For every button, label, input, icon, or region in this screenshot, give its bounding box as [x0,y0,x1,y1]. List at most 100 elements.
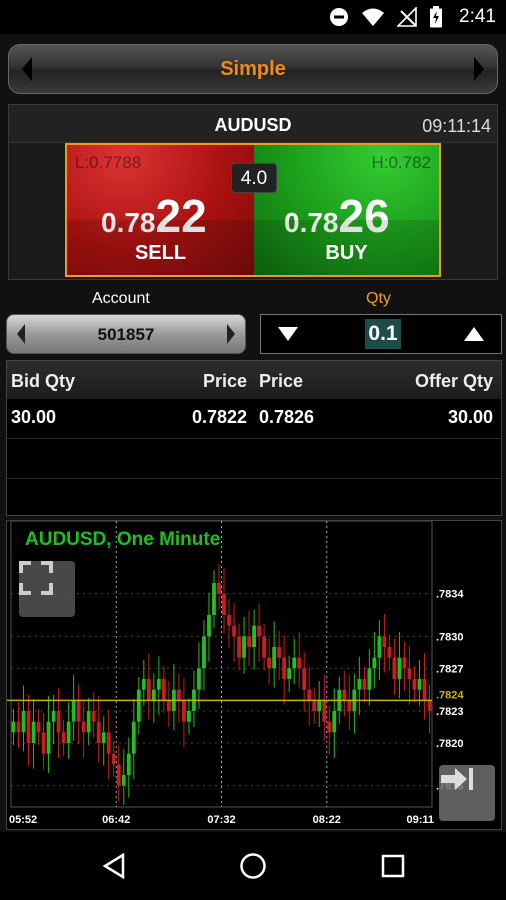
header-bid-qty: Bid Qty [11,371,76,391]
candle-body [267,657,272,669]
scroll-to-latest-button[interactable] [439,765,495,821]
candle-body [347,700,352,711]
candle-body [412,679,417,690]
candle-body [377,636,382,658]
candle-body [222,593,226,615]
candle-body [121,775,126,786]
market-depth-table: Bid Qty Price Price Offer Qty 30.00 0.78… [6,360,502,516]
candle-body [317,700,322,711]
table-header: Bid Qty Price Price Offer Qty [7,361,501,399]
x-tick-label: 06:42 [102,814,130,826]
qty-increase-button[interactable] [449,315,499,353]
account-selector[interactable]: 501857 [6,314,246,354]
candle-body [237,636,241,658]
recents-square-icon [381,854,405,878]
candle-body [71,700,76,722]
candle-body [21,711,26,733]
candle-body [26,711,31,743]
arrow-right-bar-icon [441,768,473,790]
fullscreen-button[interactable] [19,561,75,617]
back-button[interactable] [94,850,134,882]
candle-body [257,625,261,637]
candle-body [292,657,297,669]
candle-body [312,700,317,711]
sell-label: SELL [134,242,187,264]
offer-qty-cell: 30.00 [447,407,493,427]
qty-decrease-button[interactable] [263,315,313,353]
account-next-button[interactable] [217,315,245,353]
table-row[interactable]: 30.00 0.7822 0.7826 30.00 [7,399,501,439]
x-tick-label: 07:32 [207,814,235,826]
quote-panel: L:0.7788 0.7822 SELL H:0.782 0.7826 BUY … [65,143,441,277]
chevron-right-icon [474,57,484,81]
candle-body [407,668,412,679]
candle-body [212,583,216,615]
wifi-icon [362,8,385,26]
ticket-clock: 09:11:14 [422,116,491,136]
candle-body [36,721,41,733]
candle-body [372,657,377,669]
candle-body [156,679,161,690]
candle-body [161,679,166,701]
status-time: 2:41 [459,6,496,27]
candle-body [392,657,397,679]
candle-body [16,721,21,733]
candle-body [126,753,131,775]
y-tick-label: .7827 [436,663,464,675]
y-tick-label: .7820 [436,738,464,750]
candle-body [11,721,16,733]
candle-body [182,700,186,722]
mode-selector[interactable]: Simple [8,44,498,94]
chart-x-axis: 05:52 06:42 07:32 08:22 09:11 [9,814,434,826]
candle-body [166,700,171,711]
candle-body [46,721,51,754]
price-chart[interactable]: .7834.7830.7827.7823.7820.7816.7824 05:5… [6,520,502,830]
y-tick-label: .7834 [436,589,464,601]
candle-body [272,647,277,669]
header-offer-price: Price [259,371,304,391]
candle-body [187,711,191,722]
candle-body [252,625,256,647]
sell-button[interactable]: L:0.7788 0.7822 SELL [67,145,254,275]
candle-body [66,721,71,743]
candle-body [427,700,432,711]
candle-body [41,732,46,754]
chart-y-axis: .7834.7830.7827.7823.7820.7816.7824 [436,589,464,793]
bid-qty-cell: 30.00 [11,407,57,427]
home-circle-icon [240,853,266,879]
header-offer-qty: Offer Qty [414,371,493,391]
candle-body [111,753,116,765]
candle-body [116,764,121,786]
candle-body [402,657,407,669]
high-price: H:0.782 [371,153,431,172]
x-tick-label: 05:52 [9,814,37,826]
bid-price-cell: 0.7822 [191,407,247,427]
candle-body [342,689,347,701]
candle-body [96,721,101,743]
home-button[interactable] [233,850,273,882]
back-triangle-icon [102,853,125,879]
candle-body [322,700,327,722]
candle-body [86,711,91,733]
y-tick-label: .7830 [436,631,464,643]
candle-body [136,689,141,722]
triangle-down-icon [278,327,298,341]
low-price: L:0.7788 [75,153,142,172]
candle-body [297,657,302,669]
candle-body [397,657,402,679]
qty-input[interactable]: 0.1 [365,319,401,349]
buy-price: 0.7826 [284,189,390,243]
sell-price-small: 0.78 [101,207,156,238]
candle-body [141,679,146,690]
candle-body [61,732,66,743]
recents-button[interactable] [373,850,413,882]
buy-button[interactable]: H:0.782 0.7826 BUY [254,145,439,275]
table-row-empty [7,479,501,519]
candle-body [422,679,427,701]
candle-body [302,668,307,690]
candle-body [106,732,111,754]
battery-charging-icon [430,6,443,28]
candle-body [56,711,61,733]
candle-body [282,657,287,679]
mode-next-button[interactable] [461,45,497,93]
